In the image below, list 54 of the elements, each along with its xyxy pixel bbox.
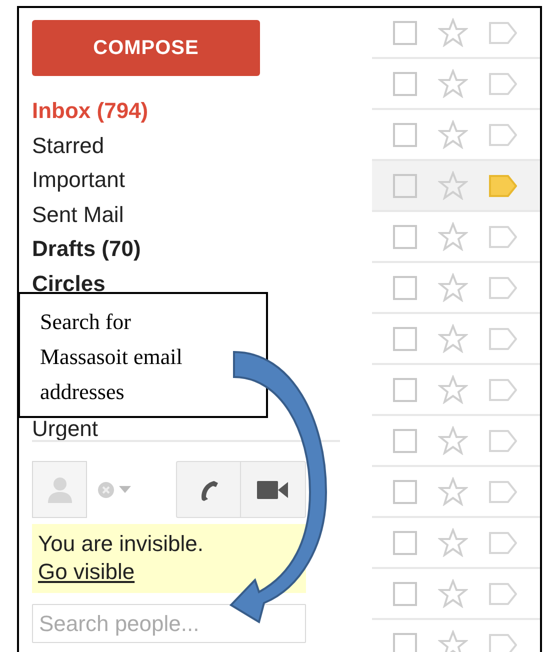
checkbox[interactable] xyxy=(393,224,417,248)
star-icon[interactable] xyxy=(438,426,468,455)
invisible-notice: You are invisible. xyxy=(38,530,204,558)
label-marker-icon[interactable] xyxy=(489,480,517,502)
checkbox[interactable] xyxy=(393,428,417,452)
checkbox[interactable] xyxy=(393,276,417,300)
search-people-field[interactable]: Search people... xyxy=(32,604,306,643)
star-icon[interactable] xyxy=(438,18,468,47)
label-marker-icon[interactable] xyxy=(489,328,517,350)
checkbox[interactable] xyxy=(393,530,417,554)
go-visible-link[interactable]: Go visible xyxy=(38,558,135,586)
label-marker-icon[interactable] xyxy=(489,124,517,146)
nav-item[interactable]: Drafts (70) xyxy=(32,232,141,266)
label-marker-icon[interactable] xyxy=(489,22,517,44)
checkbox[interactable] xyxy=(393,174,417,198)
label-marker-icon[interactable] xyxy=(489,378,517,400)
label-marker-icon[interactable] xyxy=(489,276,517,298)
star-icon[interactable] xyxy=(438,222,468,251)
label-marker-icon[interactable] xyxy=(489,582,517,604)
label-marker-icon[interactable] xyxy=(489,174,517,196)
video-camera-icon xyxy=(257,480,289,500)
star-icon[interactable] xyxy=(438,120,468,149)
mail-row[interactable] xyxy=(372,161,540,212)
caret-icon[interactable] xyxy=(119,486,131,494)
checkbox[interactable] xyxy=(393,480,417,504)
checkbox[interactable] xyxy=(393,378,417,402)
label-marker-icon[interactable] xyxy=(489,634,517,652)
star-icon[interactable] xyxy=(438,528,468,557)
star-icon[interactable] xyxy=(438,324,468,353)
star-icon[interactable] xyxy=(438,375,468,404)
star-icon[interactable] xyxy=(438,630,468,652)
nav-item[interactable]: Starred xyxy=(32,128,104,163)
checkbox[interactable] xyxy=(393,582,417,606)
label-marker-icon[interactable] xyxy=(489,430,517,452)
star-icon[interactable] xyxy=(438,273,468,302)
nav-item[interactable]: Important xyxy=(32,163,125,198)
checkbox[interactable] xyxy=(393,20,417,44)
star-icon[interactable] xyxy=(438,171,468,200)
star-icon[interactable] xyxy=(438,69,468,98)
checkbox[interactable] xyxy=(393,326,417,350)
label-marker-icon[interactable] xyxy=(489,226,517,248)
nav-item[interactable]: Inbox (794) xyxy=(32,94,148,128)
star-icon[interactable] xyxy=(438,579,468,608)
callout-text: Search for Massasoit email addresses xyxy=(40,308,184,406)
star-icon[interactable] xyxy=(438,477,468,506)
person-icon xyxy=(46,476,72,504)
checkbox[interactable] xyxy=(393,632,417,652)
compose-button[interactable]: COMPOSE xyxy=(32,20,260,76)
label-marker-icon[interactable] xyxy=(489,532,517,554)
label-marker-icon[interactable] xyxy=(489,72,517,94)
checkbox[interactable] xyxy=(393,122,417,146)
nav-item[interactable]: Sent Mail xyxy=(32,198,124,232)
status-icon[interactable] xyxy=(97,480,115,498)
checkbox[interactable] xyxy=(393,72,417,96)
